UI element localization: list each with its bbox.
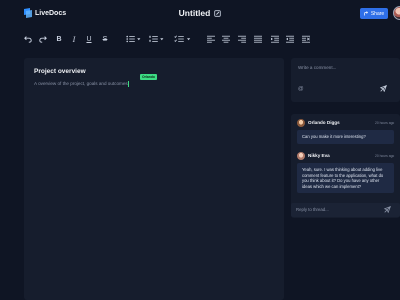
bullet-list-dropdown[interactable] [126,34,142,44]
document-heading[interactable]: Project overview [34,68,86,75]
comment-text: Can you make it more interesting? [297,130,394,144]
share-icon [363,11,368,16]
comment-author: Orlando Diggs [308,120,340,125]
reply-send-icon[interactable] [384,206,391,213]
document-body-text: A overview of the project, goals and out… [34,81,128,87]
top-bar: LiveDocs Untitled Share [0,0,400,28]
send-icon[interactable] [380,85,387,92]
collaborator-cursor [127,81,129,87]
italic-button[interactable]: I [69,34,79,44]
align-center-icon[interactable] [221,34,231,44]
commenter-avatar [297,119,305,127]
checklist-dropdown[interactable] [174,34,192,44]
document-body[interactable]: A overview of the project, goals and out… [34,81,129,87]
underline-button[interactable]: U [84,34,94,44]
numbered-list-dropdown[interactable] [149,34,165,44]
collaborator-cursor-label: Orlando [140,74,157,80]
comment-text: Yeah, sure. I was thinking about adding … [297,163,394,194]
comment-input[interactable]: Write a comment... [298,65,336,70]
commenter-avatar [297,152,305,160]
formatting-toolbar: B I U S [0,30,400,48]
editor-canvas[interactable]: Project overview A overview of the proje… [24,58,284,300]
indent-icon[interactable] [270,34,280,44]
comment-composer[interactable]: Write a comment... @ [291,58,400,102]
user-avatar[interactable] [393,6,400,20]
reply-input[interactable]: Reply to thread... [291,203,400,217]
clear-formatting-icon[interactable] [301,34,311,44]
share-label: Share [370,10,385,17]
document-title[interactable]: Untitled [179,8,211,18]
comment-timestamp: 20 hours ago [375,154,395,158]
comment-timestamp: 20 hours ago [375,121,395,125]
mention-icon[interactable]: @ [298,86,304,92]
redo-icon[interactable] [38,34,48,44]
undo-icon[interactable] [23,34,33,44]
comment-author: Nikky Eva [308,153,330,158]
bold-button[interactable]: B [54,34,64,44]
align-left-icon[interactable] [206,34,216,44]
align-right-icon[interactable] [237,34,247,44]
outdent-icon[interactable] [285,34,295,44]
strikethrough-button[interactable]: S [100,34,110,44]
align-justify-icon[interactable] [253,34,263,44]
document-title-bar: Untitled [0,8,400,18]
reply-placeholder: Reply to thread... [296,207,329,212]
share-button[interactable]: Share [360,8,388,19]
edit-title-icon[interactable] [214,9,222,17]
